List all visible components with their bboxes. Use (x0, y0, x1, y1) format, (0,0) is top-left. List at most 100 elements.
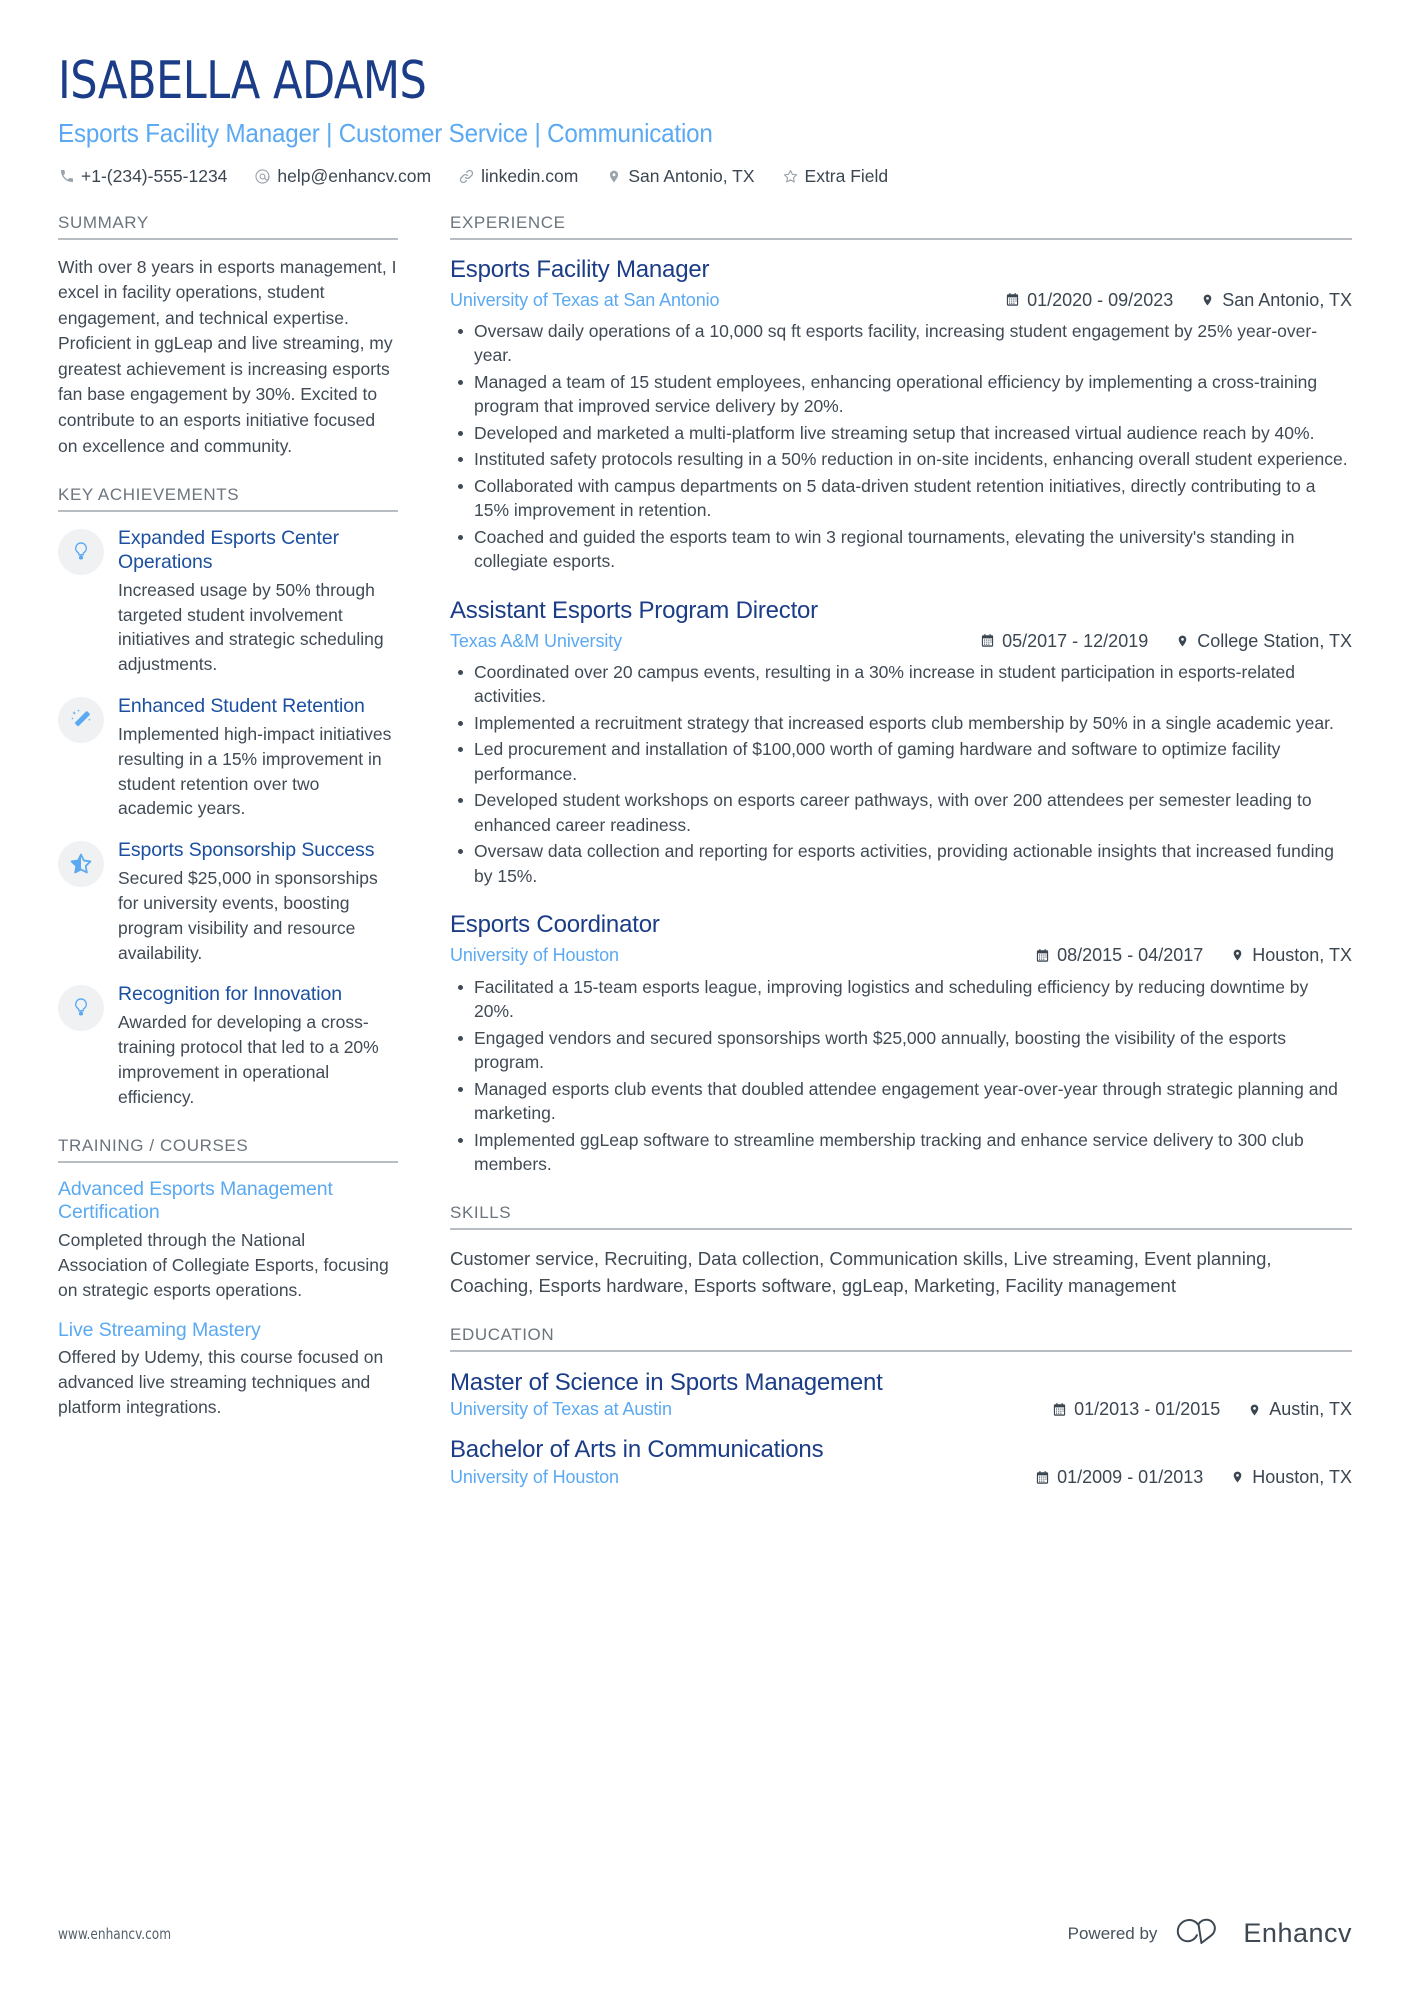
job-meta-right: 08/2015 - 04/2017 Houston, TX (1034, 942, 1352, 968)
contact-email[interactable]: help@enhancv.com (254, 166, 431, 187)
achievement-badge (58, 985, 104, 1032)
achievement-body: Esports Sponsorship Success Secured $25,… (118, 839, 398, 965)
education-section-title: EDUCATION (450, 1325, 555, 1345)
location-pin-icon (605, 168, 622, 185)
achievement-item: Recognition for Innovation Awarded for d… (58, 983, 398, 1109)
location-pin-icon (1229, 947, 1245, 964)
job-location-text: Houston, TX (1252, 945, 1352, 966)
education-item: Master of Science in Sports Management U… (450, 1367, 1352, 1420)
skills-section-title: SKILLS (450, 1202, 512, 1222)
calendar-icon (1034, 1469, 1050, 1486)
enhancv-wordmark: Enhancv (1243, 1918, 1352, 1948)
resume-page: ISABELLA ADAMS Esports Facility Manager … (0, 0, 1410, 1995)
achievement-title: Enhanced Student Retention (118, 695, 365, 718)
calendar-icon (1004, 291, 1020, 308)
education-school: University of Texas at Austin (450, 1399, 672, 1420)
sidebar-column: SUMMARY With over 8 years in esports man… (58, 213, 408, 1446)
course-item: Advanced Esports Management Certificatio… (58, 1178, 398, 1303)
job-bullets: Oversaw daily operations of a 10,000 sq … (450, 319, 1352, 574)
experience-item: Esports Facility Manager University of T… (450, 255, 1352, 574)
achievement-description: Awarded for developing a cross-training … (118, 1012, 379, 1107)
education-meta: University of Texas at Austin 01/2013 - … (450, 1399, 1352, 1420)
achievement-title: Esports Sponsorship Success (118, 839, 375, 862)
job-bullet: Implemented a recruitment strategy that … (450, 711, 1352, 736)
contact-linkedin-text: linkedin.com (481, 165, 579, 186)
job-bullets: Facilitated a 15-team esports league, im… (450, 975, 1352, 1177)
achievement-badge (58, 697, 104, 744)
achievement-description: Increased usage by 50% through targeted … (118, 579, 384, 675)
achievement-body: Expanded Esports Center Operations Incre… (118, 527, 398, 677)
job-dates: 01/2020 - 09/2023 (1004, 287, 1173, 313)
job-company: University of Houston (450, 945, 619, 966)
education-location: Houston, TX (1229, 1467, 1352, 1488)
location-pin-icon (1174, 632, 1190, 649)
education-dates: 01/2013 - 01/2015 (1051, 1399, 1220, 1420)
contact-extra-field-text: Extra Field (804, 165, 889, 186)
contact-location-text: San Antonio, TX (628, 165, 755, 186)
achievements-section-title: KEY ACHIEVEMENTS (58, 485, 240, 505)
education-meta-right: 01/2013 - 01/2015 Austin, TX (1051, 1399, 1352, 1420)
resume-body: SUMMARY With over 8 years in esports man… (58, 213, 1352, 1514)
contact-extra-field: Extra Field (782, 165, 889, 187)
professional-headline: Esports Facility Manager | Customer Serv… (58, 118, 713, 149)
achievement-title: Recognition for Innovation (118, 983, 342, 1006)
job-meta: University of Houston 08/2015 - 04/2017 (450, 942, 1352, 968)
contact-row: +1-(234)-555-1234 help@enhancv.com linke… (58, 166, 1352, 187)
job-dates-text: 05/2017 - 12/2019 (1002, 630, 1149, 651)
lightbulb-icon (71, 540, 91, 564)
education-dates-text: 01/2013 - 01/2015 (1074, 1399, 1221, 1420)
resume-header: ISABELLA ADAMS Esports Facility Manager … (58, 52, 1352, 187)
divider (450, 237, 1352, 240)
skills-section: SKILLS Customer service, Recruiting, Dat… (450, 1203, 1352, 1300)
job-bullet: Implemented ggLeap software to streamlin… (450, 1128, 1352, 1177)
achievement-description: Secured $25,000 in sponsorships for univ… (118, 867, 378, 963)
achievement-body: Enhanced Student Retention Implemented h… (118, 695, 398, 821)
education-section: EDUCATION Master of Science in Sports Ma… (450, 1325, 1352, 1487)
achievement-item: Esports Sponsorship Success Secured $25,… (58, 839, 398, 965)
job-bullet: Managed esports club events that doubled… (450, 1077, 1352, 1126)
achievement-description: Implemented high-impact initiatives resu… (118, 723, 392, 819)
education-dates: 01/2009 - 01/2013 (1034, 1467, 1203, 1488)
job-location: San Antonio, TX (1199, 287, 1352, 313)
experience-section-title: EXPERIENCE (450, 212, 566, 232)
job-location: College Station, TX (1174, 628, 1352, 654)
lightbulb-icon (71, 996, 91, 1020)
education-location-text: Houston, TX (1252, 1466, 1352, 1487)
star-badge-icon (69, 852, 93, 876)
contact-phone[interactable]: +1-(234)-555-1234 (58, 166, 227, 187)
divider (58, 510, 398, 513)
divider (58, 237, 398, 240)
job-title: Esports Facility Manager (450, 255, 710, 283)
experience-item: Esports Coordinator University of Housto… (450, 910, 1352, 1176)
achievements-section: KEY ACHIEVEMENTS Expanded Esports Center… (58, 485, 398, 1109)
achievement-title: Expanded Esports Center Operations (118, 527, 339, 573)
education-school: University of Houston (450, 1466, 619, 1487)
training-section-title: TRAINING / COURSES (58, 1135, 249, 1155)
course-description: Offered by Udemy, this course focused on… (58, 1347, 384, 1418)
job-dates-text: 01/2020 - 09/2023 (1027, 289, 1174, 310)
job-dates: 08/2015 - 04/2017 (1034, 942, 1203, 968)
education-dates-text: 01/2009 - 01/2013 (1057, 1466, 1204, 1487)
contact-linkedin[interactable]: linkedin.com (458, 166, 578, 187)
contact-phone-text: +1-(234)-555-1234 (81, 165, 228, 186)
education-location: Austin, TX (1246, 1399, 1352, 1420)
link-icon (458, 168, 475, 185)
job-bullet: Collaborated with campus departments on … (450, 474, 1352, 523)
email-icon (254, 168, 271, 185)
location-pin-icon (1229, 1469, 1245, 1486)
footer-url[interactable]: www.enhancv.com (58, 1925, 171, 1943)
location-pin-icon (1246, 1401, 1262, 1418)
contact-email-text: help@enhancv.com (277, 165, 432, 186)
contact-location: San Antonio, TX (605, 165, 755, 187)
experience-section: EXPERIENCE Esports Facility Manager Univ… (450, 213, 1352, 1177)
job-bullet: Instituted safety protocols resulting in… (450, 447, 1352, 472)
job-bullet: Coordinated over 20 campus events, resul… (450, 660, 1352, 709)
page-title: ISABELLA ADAMS (58, 51, 427, 111)
summary-text: With over 8 years in esports management,… (58, 256, 397, 456)
main-column: EXPERIENCE Esports Facility Manager Univ… (450, 213, 1352, 1514)
job-meta: University of Texas at San Antonio 01/20… (450, 287, 1352, 313)
job-meta: Texas A&M University 05/2017 - 12/2019 C… (450, 628, 1352, 654)
job-title: Esports Coordinator (450, 911, 660, 939)
course-title: Live Streaming Mastery (58, 1318, 261, 1341)
job-bullet: Developed student workshops on esports c… (450, 788, 1352, 837)
